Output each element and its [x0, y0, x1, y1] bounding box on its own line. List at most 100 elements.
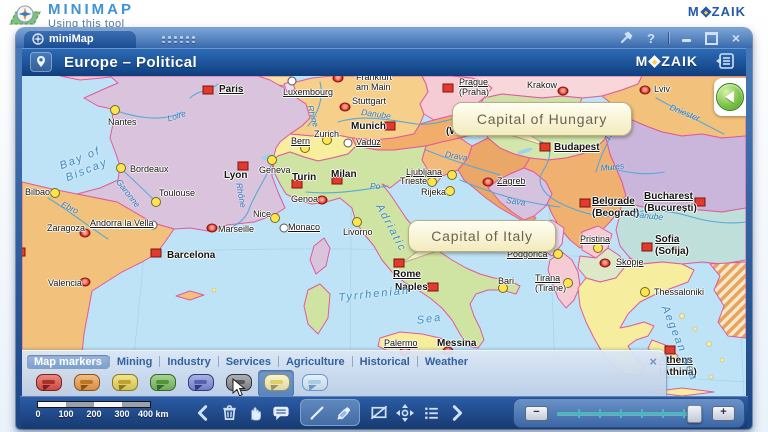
city-label: Tirana(Tirane) [535, 273, 566, 294]
city-marker [344, 139, 353, 148]
river-label: Garonne [114, 177, 142, 209]
tab-label: miniMap [49, 33, 94, 45]
grab-hand-icon[interactable] [242, 400, 268, 426]
legend-icon[interactable] [418, 400, 444, 426]
tab-historical[interactable]: Historical [353, 355, 417, 369]
back-arrow-icon[interactable] [716, 83, 744, 111]
city-marker [540, 143, 551, 152]
callout-hungary[interactable]: Capital of Hungary [452, 102, 632, 136]
city-label: Zaragoza [47, 223, 85, 233]
city-label: Toulouse [159, 188, 195, 198]
minimap-window: miniMap ? × Europe – Political MZAIK [16, 28, 752, 429]
tab-mining[interactable]: Mining [110, 355, 159, 369]
app-title: MINIMAP [48, 2, 134, 17]
next-icon[interactable] [444, 400, 470, 426]
scale-label: 100 [58, 409, 73, 419]
compass-icon [32, 33, 44, 45]
city-label: Marseille [218, 224, 254, 234]
city-label: Nice [253, 209, 271, 219]
callout-text: Capital of Hungary [477, 111, 607, 127]
minimize-icon[interactable] [678, 31, 694, 45]
river-label: Ebro [60, 199, 81, 216]
city-label: Krakow [527, 80, 557, 90]
back-button-container [714, 78, 746, 116]
tab-agriculture[interactable]: Agriculture [279, 355, 352, 369]
maximize-icon[interactable] [703, 31, 719, 45]
tab-map-markers[interactable]: Map markers [27, 355, 109, 369]
city-marker [203, 86, 214, 95]
river-label: Rhône [234, 182, 248, 208]
city-label: Milan [331, 169, 357, 181]
scale-label: 400 km [138, 409, 169, 419]
trash-icon[interactable] [216, 400, 242, 426]
city-marker [116, 163, 126, 173]
scale-label: 200 [86, 409, 101, 419]
zoom-tick [683, 409, 685, 418]
marker-orange-icon[interactable] [74, 374, 100, 391]
city-marker [151, 249, 162, 258]
mozaik-diamond-icon [700, 6, 711, 17]
city-label: Lyon [224, 170, 248, 182]
previous-icon[interactable] [190, 400, 216, 426]
zoom-slider-handle[interactable] [687, 405, 702, 423]
city-label: Stuttgart [352, 96, 386, 106]
city-label: Messina [437, 338, 476, 350]
river-label: Drava [444, 149, 468, 163]
marker-pale-yellow-icon[interactable] [264, 374, 290, 391]
marker-blue-icon[interactable] [188, 374, 214, 391]
marker-red-icon[interactable] [36, 374, 62, 391]
app-logo: MINIMAP Using this tool [8, 2, 134, 30]
zoom-in-button[interactable]: + [712, 406, 735, 421]
city-marker [288, 77, 297, 86]
tab-minimap[interactable]: miniMap [24, 30, 136, 48]
panel-close-icon[interactable]: × [649, 355, 657, 368]
pan-icon[interactable] [392, 400, 418, 426]
city-label: Luxembourg [283, 87, 333, 97]
zoom-tick [599, 409, 601, 418]
marker-yellow-icon[interactable] [112, 374, 138, 391]
scale-label: 0 [35, 409, 40, 419]
tab-industry[interactable]: Industry [160, 355, 217, 369]
river-label: Po [370, 181, 380, 191]
zoom-out-button[interactable]: − [525, 406, 548, 421]
pin-icon[interactable] [618, 31, 634, 45]
city-marker [333, 76, 344, 83]
callout-icon[interactable] [268, 400, 294, 426]
city-label: Bordeaux [130, 164, 169, 174]
city-label: Valencia [48, 278, 82, 288]
tab-weather[interactable]: Weather [418, 355, 475, 369]
pencil-icon[interactable] [304, 400, 330, 426]
city-label: Skopje [616, 257, 644, 267]
city-label: Genoa [291, 194, 318, 204]
side-panel-icon[interactable] [716, 53, 734, 74]
city-marker [443, 84, 454, 93]
zoom-slider-track[interactable] [557, 412, 697, 415]
city-label: Geneva [259, 165, 291, 175]
city-marker [558, 87, 569, 96]
river-label: Danube [361, 107, 392, 121]
city-marker [642, 243, 653, 252]
city-label: Paris [219, 84, 243, 96]
city-label: Munich [351, 121, 386, 133]
selection-icon[interactable] [366, 400, 392, 426]
city-label: Zurich [314, 129, 339, 139]
city-label: Ljubljana [406, 167, 442, 177]
city-marker [352, 217, 362, 227]
city-marker [428, 283, 439, 292]
callout-italy[interactable]: Capital of Italy [408, 220, 556, 252]
map-canvas[interactable]: ParisNantesBordeauxToulouseBilbaoLyonMar… [22, 76, 746, 396]
city-label: Bilbao [25, 187, 50, 197]
city-label: Monaco [288, 222, 320, 232]
close-icon[interactable]: × [728, 31, 744, 45]
marker-pale-blue-icon[interactable] [302, 374, 328, 391]
city-marker [483, 178, 494, 187]
city-marker [553, 249, 563, 259]
help-icon[interactable]: ? [643, 31, 659, 45]
tool-buttons [190, 399, 470, 426]
drag-grip[interactable] [162, 36, 197, 43]
zoom-control: − + [513, 398, 745, 428]
highlighter-icon[interactable] [330, 400, 356, 426]
city-label: Andorra la Vella [90, 218, 154, 228]
marker-green-icon[interactable] [150, 374, 176, 391]
tab-services[interactable]: Services [219, 355, 278, 369]
